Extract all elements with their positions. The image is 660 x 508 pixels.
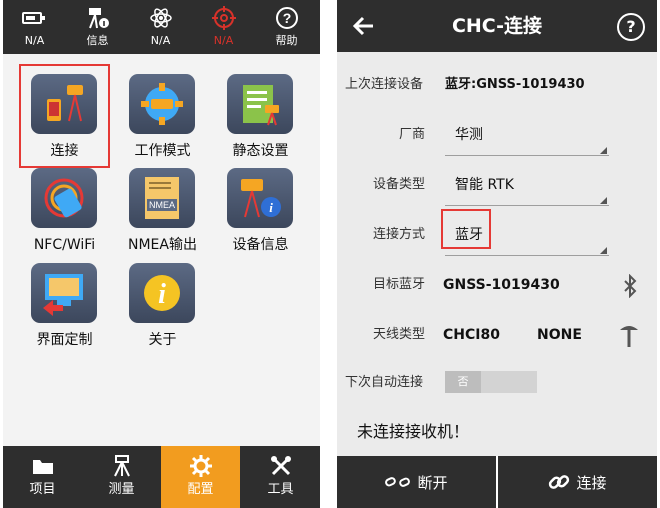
dropdown-arrow-icon[interactable] (600, 147, 607, 154)
status-label: 帮助 (275, 34, 298, 47)
atom-icon (129, 6, 192, 30)
row-device-type[interactable]: 设备类型 智能 RTK (337, 166, 657, 206)
help-button[interactable]: ? (617, 13, 645, 41)
unlink-icon (385, 477, 411, 487)
highlight-box (441, 209, 491, 249)
help-icon: ? (255, 6, 318, 30)
row-manufacturer[interactable]: 厂商 华测 (337, 116, 657, 156)
app-label: 关于 (148, 332, 177, 348)
link-icon (549, 475, 570, 489)
app-ui-custom[interactable]: 界面定制 (17, 249, 112, 349)
manufacturer-underline (445, 155, 609, 156)
nfc-wifi-icon (31, 168, 97, 228)
last-device-value: 蓝牙:GNSS-1019430 (445, 77, 585, 92)
svg-text:i: i (269, 200, 273, 215)
nmea-output-icon: NMEA (129, 168, 195, 228)
auto-connect-toggle[interactable]: 否 (445, 371, 537, 393)
status-bar: N/A 信息 N/A N/A ? 帮助 (3, 0, 320, 54)
disconnect-button[interactable]: 断开 (337, 456, 496, 508)
antenna-icon[interactable] (619, 322, 639, 348)
status-item-info[interactable]: 信息 (66, 0, 129, 54)
app-about[interactable]: i 关于 (115, 249, 210, 349)
app-nmea-output[interactable]: NMEA NMEA输出 (115, 154, 210, 254)
info-device-icon (66, 6, 129, 30)
app-label: 界面定制 (36, 332, 93, 348)
device-type-value[interactable]: 智能 RTK (455, 176, 514, 194)
target-bt-value: GNSS-1019430 (443, 277, 560, 293)
row-connect-mode[interactable]: 连接方式 蓝牙 (337, 216, 657, 256)
bottom-tab-bar: 项目 测量 配置 工具 (3, 446, 320, 508)
status-item-help[interactable]: ? 帮助 (255, 0, 318, 54)
app-nfc-wifi[interactable]: NFC/WiFi (17, 154, 112, 254)
antenna-value-2: NONE (537, 327, 582, 343)
config-icon (161, 454, 240, 478)
target-bt-label: 目标蓝牙 (373, 277, 426, 292)
app-label: 设备信息 (232, 237, 289, 253)
tab-label: 配置 (187, 482, 214, 497)
connect-label: 连接 (576, 473, 607, 492)
dropdown-arrow-icon[interactable] (600, 197, 607, 204)
project-icon (3, 454, 82, 478)
status-item-satellite[interactable]: N/A (129, 0, 192, 54)
page-title: CHC-连接 (451, 15, 543, 37)
dropdown-arrow-icon[interactable] (600, 247, 607, 254)
tab-project[interactable]: 项目 (3, 446, 82, 508)
tab-label: 测量 (108, 482, 135, 497)
back-button[interactable] (349, 12, 377, 40)
app-work-mode[interactable]: 工作模式 (115, 60, 210, 160)
tab-config[interactable]: 配置 (161, 446, 240, 508)
static-settings-icon (227, 74, 293, 134)
app-device-info[interactable]: i 设备信息 (213, 154, 308, 254)
highlight-box (19, 64, 110, 168)
crosshair-icon (192, 6, 255, 30)
connect-screen: CHC-连接 ? 上次连接设备 蓝牙:GNSS-1019430 厂商 华测 设备… (337, 0, 657, 508)
svg-text:?: ? (282, 10, 291, 26)
antenna-value: CHCI80 (443, 327, 500, 343)
connection-status: 未连接接收机！ (357, 422, 470, 441)
connect-mode-underline (445, 255, 609, 256)
toggle-knob: 否 (445, 371, 481, 393)
status-label: N/A (24, 34, 45, 47)
connect-mode-label: 连接方式 (373, 227, 426, 242)
arrow-left-icon (352, 16, 373, 36)
status-item-position[interactable]: N/A (192, 0, 255, 54)
status-item-battery[interactable]: N/A (3, 0, 66, 54)
manufacturer-label: 厂商 (399, 127, 426, 142)
action-bar: 断开 连接 (337, 456, 657, 508)
device-info-icon: i (227, 168, 293, 228)
connect-button[interactable]: 连接 (498, 456, 657, 508)
about-icon: i (129, 263, 195, 323)
row-last-device: 上次连接设备 蓝牙:GNSS-1019430 (337, 66, 657, 106)
status-label: N/A (213, 34, 234, 47)
manufacturer-value[interactable]: 华测 (455, 126, 483, 144)
left-screen: N/A 信息 N/A N/A ? 帮助 连接 工作模式 静态设置 NFC/WiF… (3, 0, 320, 508)
svg-text:i: i (158, 279, 166, 310)
device-type-label: 设备类型 (373, 177, 426, 192)
ui-custom-icon (31, 263, 97, 323)
app-bar: CHC-连接 ? (337, 0, 657, 52)
last-device-label: 上次连接设备 (345, 77, 424, 92)
disconnect-label: 断开 (417, 473, 448, 492)
antenna-label: 天线类型 (373, 327, 426, 342)
battery-icon (3, 6, 66, 30)
tools-icon (241, 454, 320, 478)
device-type-underline (445, 205, 609, 206)
work-mode-icon (129, 74, 195, 134)
status-label: 信息 (86, 34, 109, 47)
tab-tools[interactable]: 工具 (241, 446, 320, 508)
bluetooth-icon[interactable] (623, 274, 637, 298)
tab-survey[interactable]: 测量 (82, 446, 161, 508)
status-label: N/A (150, 34, 171, 47)
survey-icon (82, 454, 161, 478)
app-static-settings[interactable]: 静态设置 (213, 60, 308, 160)
row-antenna[interactable]: 天线类型 CHCI80 NONE (337, 316, 657, 356)
row-target-bt[interactable]: 目标蓝牙 GNSS-1019430 (337, 266, 657, 306)
auto-connect-label: 下次自动连接 (345, 375, 424, 390)
nmea-badge: NMEA (149, 200, 175, 210)
tab-label: 项目 (29, 482, 56, 497)
tab-label: 工具 (267, 482, 294, 497)
